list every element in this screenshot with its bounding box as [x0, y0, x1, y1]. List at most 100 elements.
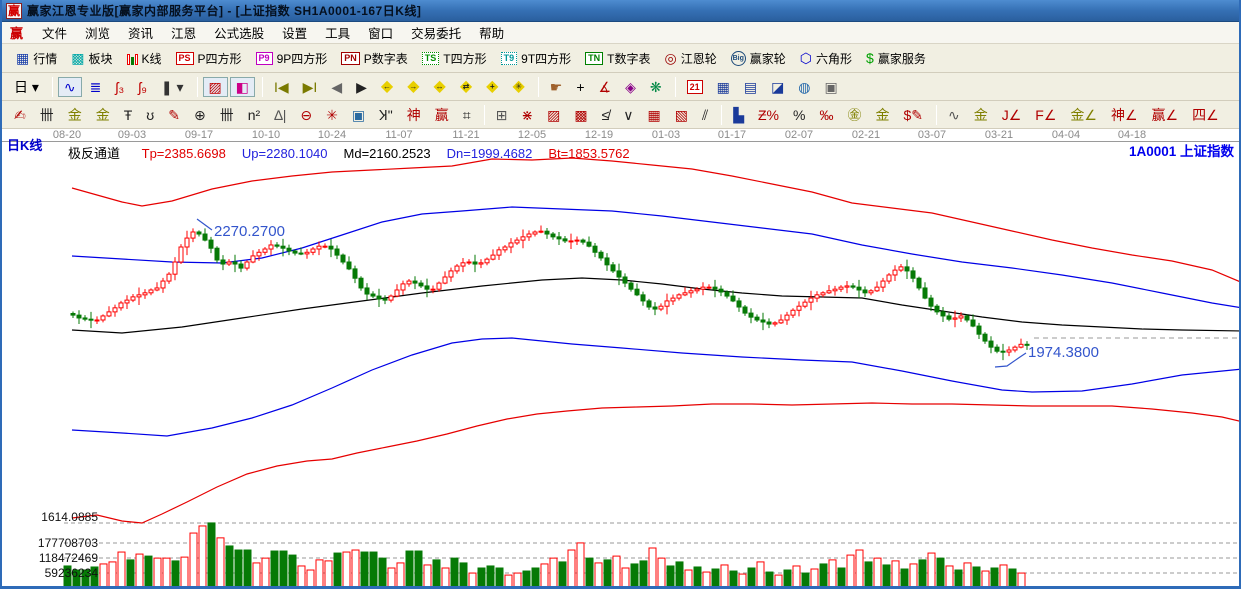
ruler123-tool[interactable]: ⌗ — [457, 105, 477, 125]
f-tool[interactable]: Ŧ — [118, 105, 139, 125]
wave-tool[interactable]: ∿ — [942, 105, 966, 125]
pattern-tool[interactable]: ▨ — [202, 76, 228, 97]
time-circle-tool[interactable]: ⊕ — [188, 105, 212, 125]
web-square-tool-icon: ▩ — [574, 106, 588, 123]
menu-item-资讯[interactable]: 资讯 — [119, 21, 162, 44]
menu-item-文件[interactable]: 文件 — [33, 21, 76, 44]
gold-angle-tool[interactable]: 金∠ — [1064, 105, 1103, 125]
gold-under-tool[interactable]: 金 — [869, 105, 895, 125]
shift-right-button[interactable]: ◆ → — [401, 76, 425, 98]
v-shape-tool[interactable]: ∨ — [617, 105, 639, 125]
gold-line-tool[interactable]: 金 — [90, 105, 116, 125]
pencil-tool[interactable]: ✍ — [8, 105, 32, 125]
quotes-button[interactable]: ▦ 行情 — [10, 47, 63, 70]
pattern-search-tool[interactable]: ❋ — [644, 77, 668, 97]
zigzag-tool[interactable]: ∿ — [57, 76, 82, 97]
period-day-dropdown[interactable]: 日 ▾ — [8, 77, 45, 97]
gann-box-tool[interactable]: ◈ — [619, 77, 642, 97]
percent-strike-tool[interactable]: Ƶ% — [752, 105, 785, 125]
winner-wheel-button[interactable]: Big 赢家轮 — [725, 47, 792, 70]
menu-item-浏览[interactable]: 浏览 — [76, 21, 119, 44]
t-square-button[interactable]: TS T四方形 — [416, 47, 493, 70]
web-square-tool[interactable]: ▩ — [568, 105, 593, 125]
k-mark-tool[interactable]: Ʞ" — [373, 105, 399, 125]
p-table-button[interactable]: PN P数字表 — [335, 47, 414, 70]
last-bar-button[interactable]: ▶I — [297, 77, 324, 97]
first-bar-button[interactable]: I◀ — [268, 77, 295, 97]
web-save-tool[interactable]: ◍ — [792, 77, 816, 97]
save-tool[interactable]: ◪ — [765, 77, 790, 97]
p-square-button[interactable]: PS P四方形 — [170, 47, 248, 70]
win-tool[interactable]: 赢 — [429, 105, 455, 125]
menu-item-江恩[interactable]: 江恩 — [162, 21, 205, 44]
t-table-button[interactable]: TN T数字表 — [579, 47, 656, 70]
histogram-tool[interactable]: ▙ — [727, 105, 750, 125]
volume-profile-tool[interactable]: ◧ — [229, 76, 255, 97]
arrow-fan-tool[interactable]: ≰ — [596, 105, 616, 125]
percent-tool[interactable]: % — [787, 105, 811, 125]
stack9-tool[interactable]: ʃ₉ — [132, 77, 153, 97]
next-bar-button[interactable]: ▶ — [350, 77, 373, 97]
print-tool[interactable]: ▣ — [819, 77, 844, 97]
win-angle-tool[interactable]: 赢∠ — [1146, 105, 1185, 125]
single-candle-dropdown[interactable]: ❚ ▾ — [155, 77, 190, 97]
fan-box-tool[interactable]: ▨ — [541, 105, 566, 125]
calendar-tool[interactable]: 21 — [681, 77, 709, 97]
prev-bar-button[interactable]: ◀ — [325, 77, 348, 97]
gold-circle-tool[interactable]: ㊎ — [841, 105, 867, 125]
calculator-tool[interactable]: ▦ — [711, 77, 736, 97]
candle-body — [262, 248, 268, 253]
angle-line-tool[interactable]: ∆| — [268, 105, 292, 125]
web-tool[interactable]: ✳ — [320, 105, 344, 125]
gold-box-tool[interactable]: 金 — [968, 105, 994, 125]
hexagon-button[interactable]: ⬡ 六角形 — [794, 47, 858, 70]
menu-item-工具[interactable]: 工具 — [316, 21, 359, 44]
web-box-tool[interactable]: ▣ — [346, 105, 371, 125]
9t-square-button[interactable]: T9 9T四方形 — [495, 47, 578, 70]
fan-lines-tool[interactable]: ⋇ — [515, 105, 539, 125]
angle-tool[interactable]: ∡ — [593, 77, 618, 97]
four-angle-tool[interactable]: 四∠ — [1186, 105, 1225, 125]
shen-tool[interactable]: 神 — [401, 105, 427, 125]
info-list-tool[interactable]: ≣ — [84, 77, 108, 97]
circle-cross-tool[interactable]: ⊖ — [294, 105, 318, 125]
j-angle-tool[interactable]: J∠ — [996, 105, 1028, 125]
compress-button[interactable]: ◆ ⇄ — [454, 76, 478, 98]
gold-ratio-tool[interactable]: 金 — [62, 105, 88, 125]
volume-profile-tool-icon: ◧ — [235, 78, 249, 95]
hand-tool[interactable]: ☛ — [544, 77, 569, 97]
stack3-tool[interactable]: ʃ₃ — [109, 77, 130, 97]
n2-tool[interactable]: n² — [242, 105, 266, 125]
kline-button[interactable]: K线 — [121, 47, 168, 70]
crosshair-tool[interactable]: + — [570, 77, 590, 97]
notes-tool[interactable]: ▤ — [738, 77, 763, 97]
sectors-button[interactable]: ▩ 板块 — [65, 47, 118, 70]
f-angle-tool[interactable]: F∠ — [1029, 105, 1062, 125]
three-fan-tool-icon: ⫽ — [701, 106, 709, 123]
shen-angle-tool[interactable]: 神∠ — [1105, 105, 1144, 125]
draw-measure-tool[interactable]: ✎ — [162, 105, 186, 125]
box-measure-tool[interactable]: ⊞ — [490, 105, 514, 125]
three-fan-tool[interactable]: ⫽ — [696, 105, 714, 125]
menu-item-设置[interactable]: 设置 — [273, 21, 316, 44]
time-ruler-tool[interactable]: 卌 — [34, 105, 60, 125]
menu-item-窗口[interactable]: 窗口 — [359, 21, 402, 44]
move-button[interactable]: ◆ ✳ — [506, 76, 530, 98]
tick-comb-tool[interactable]: 卌 — [214, 105, 240, 125]
menu-item-帮助[interactable]: 帮助 — [470, 21, 513, 44]
shift-left-button[interactable]: ◆ ← — [375, 76, 399, 98]
9p-square-button[interactable]: P9 9P四方形 — [250, 47, 334, 70]
grid-red-tool[interactable]: ▦ — [642, 105, 667, 125]
chart-area[interactable]: 08-20 09-03 09-17 10-10 10-24 11-07 11-21 12-05… — [2, 129, 1239, 586]
grid-arrow-tool[interactable]: ▧ — [669, 105, 694, 125]
menu-item-交易委托[interactable]: 交易委托 — [402, 21, 470, 44]
gann-wheel-button[interactable]: ◎ 江恩轮 — [659, 47, 723, 70]
shift-both-button[interactable]: ◆ ↔ — [428, 76, 452, 98]
menu-item-公式选股[interactable]: 公式选股 — [205, 21, 273, 44]
percent-line-tool[interactable]: ‰ — [813, 105, 839, 125]
winner-service-button[interactable]: $ 赢家服务 — [860, 47, 932, 70]
dollar-pen-tool[interactable]: $✎ — [897, 105, 929, 125]
volume-bar — [468, 572, 477, 586]
spiral-tool[interactable]: ʊ — [140, 105, 160, 125]
expand-button[interactable]: ◆ + — [480, 76, 504, 98]
